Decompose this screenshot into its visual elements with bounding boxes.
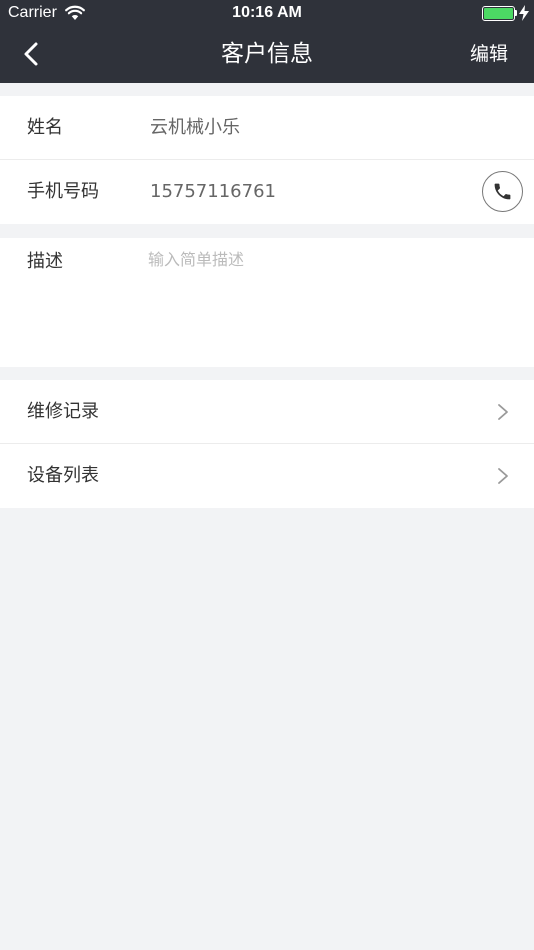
- battery-tip: [515, 10, 517, 16]
- phone-value: 15757116761: [150, 181, 276, 202]
- status-bar: Carrier 10:16 AM: [0, 0, 534, 28]
- chevron-right-icon: [498, 404, 508, 420]
- chevron-right-icon: [498, 468, 508, 484]
- phone-icon: [494, 183, 511, 200]
- charging-bolt-icon: [519, 5, 529, 21]
- name-row: 姓名 云机械小乐: [0, 96, 534, 160]
- battery-icon: [482, 6, 515, 21]
- equipment-list-row[interactable]: 设备列表: [0, 444, 534, 508]
- page-title: 客户信息: [221, 41, 313, 67]
- repair-records-label: 维修记录: [27, 401, 99, 422]
- status-time: 10:16 AM: [232, 4, 302, 21]
- name-value: 云机械小乐: [150, 117, 240, 138]
- description-area: 描述: [0, 238, 534, 367]
- repair-records-row[interactable]: 维修记录: [0, 380, 534, 444]
- phone-row: 手机号码 15757116761: [0, 160, 534, 224]
- customer-info-group: 姓名 云机械小乐 手机号码 15757116761: [0, 96, 534, 224]
- name-label: 姓名: [27, 117, 63, 138]
- navigation-header: Carrier 10:16 AM 客户信息 编辑: [0, 0, 534, 83]
- equipment-list-label: 设备列表: [27, 465, 99, 486]
- edit-button[interactable]: 编辑: [470, 42, 508, 66]
- call-button[interactable]: [482, 171, 523, 212]
- description-label: 描述: [27, 251, 63, 272]
- description-input[interactable]: [148, 248, 518, 358]
- links-group: 维修记录 设备列表: [0, 380, 534, 508]
- phone-label: 手机号码: [27, 181, 99, 202]
- description-group: 描述: [0, 238, 534, 367]
